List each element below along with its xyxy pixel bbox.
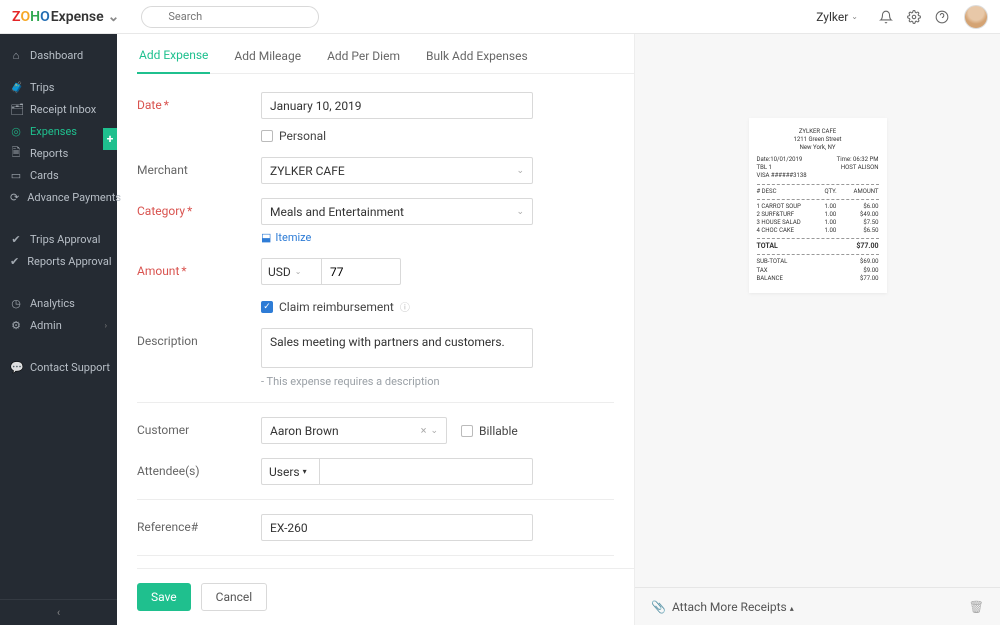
topbar: ZOHO Expense ⌄ ▾ Zylker⌄ xyxy=(0,0,1000,34)
date-input[interactable]: January 10, 2019 xyxy=(261,92,533,119)
tab-bulk-add[interactable]: Bulk Add Expenses xyxy=(424,49,530,73)
sidebar-item-trips-approval[interactable]: ✔Trips Approval xyxy=(0,228,117,250)
trash-icon[interactable]: 🗑 xyxy=(969,600,984,614)
billable-checkbox[interactable]: Billable xyxy=(461,424,518,438)
sidebar: ⌂Dashboard 🧳Trips 🗂Receipt Inbox ◎Expens… xyxy=(0,34,117,625)
help-icon[interactable] xyxy=(933,8,951,26)
label-merchant: Merchant xyxy=(137,157,261,177)
sidebar-collapse[interactable]: ‹ xyxy=(0,599,117,625)
sidebar-item-trips[interactable]: 🧳Trips xyxy=(0,76,117,98)
chevron-left-icon: ‹ xyxy=(57,606,60,619)
sidebar-item-advance[interactable]: ⟳Advance Payments xyxy=(0,186,117,208)
approval-icon: ✔ xyxy=(10,255,19,268)
advance-icon: ⟳ xyxy=(10,191,19,204)
gear-icon[interactable] xyxy=(905,8,923,26)
info-icon: ⓘ xyxy=(400,299,410,314)
chevron-down-icon: ⌄ xyxy=(516,207,524,217)
expense-icon: ◎ xyxy=(10,125,22,138)
chevron-down-icon: ⌄ xyxy=(430,426,438,436)
tab-add-expense[interactable]: Add Expense xyxy=(137,48,210,74)
label-description: Description xyxy=(137,328,261,348)
itemize-link[interactable]: ⬓Itemize xyxy=(261,231,311,244)
search-input[interactable] xyxy=(141,6,319,28)
sidebar-item-admin[interactable]: ⚙Admin› xyxy=(0,314,117,336)
merchant-select[interactable]: ZYLKER CAFE⌄ xyxy=(261,157,533,184)
tab-add-mileage[interactable]: Add Mileage xyxy=(232,49,303,73)
label-reference: Reference# xyxy=(137,514,261,534)
sidebar-item-reports[interactable]: 🗎Reports xyxy=(0,142,117,164)
expense-tabs: Add Expense Add Mileage Add Per Diem Bul… xyxy=(137,34,634,74)
brand-logo[interactable]: ZOHO Expense ⌄ xyxy=(12,9,119,25)
sidebar-item-dashboard[interactable]: ⌂Dashboard xyxy=(0,44,117,66)
reports-icon: 🗎 xyxy=(10,144,22,163)
label-amount: Amount* xyxy=(137,258,261,278)
attach-more-link[interactable]: Attach More Receipts ▴ xyxy=(672,600,794,614)
avatar[interactable] xyxy=(964,5,988,29)
add-expense-quick[interactable]: + xyxy=(103,128,117,150)
sidebar-item-cards[interactable]: ▭Cards xyxy=(0,164,117,186)
save-button[interactable]: Save xyxy=(137,583,191,611)
description-hint: - This expense requires a description xyxy=(261,375,614,388)
itemize-icon: ⬓ xyxy=(261,231,271,244)
attendee-input[interactable] xyxy=(319,458,533,485)
attach-icon: 📎 xyxy=(651,600,666,614)
cancel-button[interactable]: Cancel xyxy=(201,583,268,611)
label-date: Date* xyxy=(137,92,261,112)
chevron-down-icon: ⌄ xyxy=(851,12,858,21)
label-attendees: Attendee(s) xyxy=(137,458,261,478)
form-footer: Save Cancel xyxy=(137,568,634,625)
personal-checkbox[interactable]: Personal xyxy=(261,129,614,143)
analytics-icon: ◷ xyxy=(10,297,22,310)
customer-select[interactable]: Aaron Brown×⌄ xyxy=(261,417,447,444)
checkbox-icon xyxy=(261,130,273,142)
briefcase-icon: 🧳 xyxy=(10,81,22,94)
receipt-panel: ZYLKER CAFE 1211 Green Street New York, … xyxy=(634,34,1000,625)
label-customer: Customer xyxy=(137,417,261,437)
org-switcher[interactable]: Zylker⌄ xyxy=(816,10,858,24)
dashboard-icon: ⌂ xyxy=(10,49,22,62)
clear-icon[interactable]: × xyxy=(421,424,427,437)
admin-icon: ⚙ xyxy=(10,319,22,332)
approval-icon: ✔ xyxy=(10,233,22,246)
tab-add-per-diem[interactable]: Add Per Diem xyxy=(325,49,402,73)
amount-input[interactable] xyxy=(321,258,401,285)
checkbox-checked-icon: ✓ xyxy=(261,301,273,313)
chevron-down-icon: ⌄ xyxy=(108,9,120,25)
chevron-down-icon: ⌄ xyxy=(295,267,302,276)
inbox-icon: 🗂 xyxy=(10,103,22,116)
claim-checkbox[interactable]: ✓Claim reimbursement ⓘ xyxy=(261,299,614,314)
currency-select[interactable]: USD⌄ xyxy=(261,258,321,285)
category-select[interactable]: Meals and Entertainment⌄ xyxy=(261,198,533,225)
sidebar-item-reports-approval[interactable]: ✔Reports Approval xyxy=(0,250,117,272)
caret-up-icon: ▴ xyxy=(790,604,794,613)
global-search[interactable]: ▾ xyxy=(141,6,319,28)
attendee-type-select[interactable]: Users▾ xyxy=(261,458,319,485)
reference-input[interactable]: EX-260 xyxy=(261,514,533,541)
chat-icon: 💬 xyxy=(10,361,22,374)
sidebar-item-receipt-inbox[interactable]: 🗂Receipt Inbox xyxy=(0,98,117,120)
sidebar-item-analytics[interactable]: ◷Analytics xyxy=(0,292,117,314)
checkbox-icon xyxy=(461,425,473,437)
sidebar-item-expenses[interactable]: ◎Expenses xyxy=(0,120,117,142)
card-icon: ▭ xyxy=(10,169,22,182)
description-input[interactable]: Sales meeting with partners and customer… xyxy=(261,328,533,368)
sidebar-item-support[interactable]: 💬Contact Support xyxy=(0,356,117,378)
label-category: Category* xyxy=(137,198,261,218)
chevron-right-icon: › xyxy=(105,321,107,330)
bell-icon[interactable] xyxy=(877,8,895,26)
chevron-down-icon: ▾ xyxy=(303,467,307,476)
chevron-down-icon: ⌄ xyxy=(516,166,524,176)
receipt-preview[interactable]: ZYLKER CAFE 1211 Green Street New York, … xyxy=(749,118,887,293)
